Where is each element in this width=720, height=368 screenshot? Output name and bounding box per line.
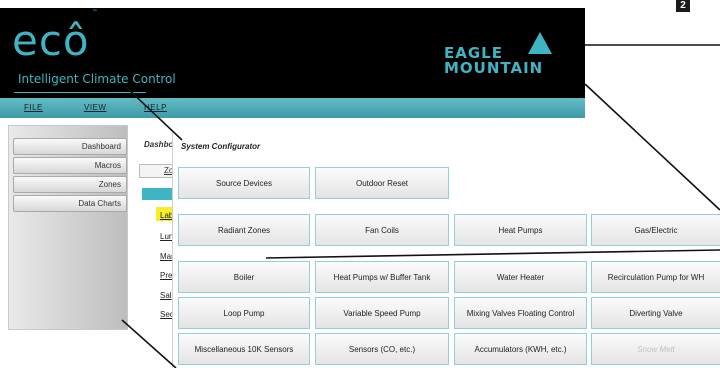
menu-view[interactable]: VIEW [84,103,106,112]
menu-help[interactable]: HELP [144,103,167,112]
menu-file[interactable]: FILE [24,103,43,112]
accumulators-button[interactable]: Accumulators (KWH, etc.) [454,333,587,365]
eagle-mountain-logo: EAGLE MOUNTAIN [444,32,564,82]
page-number: 2 [676,0,690,12]
outdoor-reset-button[interactable]: Outdoor Reset [315,167,449,199]
logo-tagline: Intelligent Climate Control [18,72,176,86]
misc-sensors-button[interactable]: Miscellaneous 10K Sensors [178,333,310,365]
callout-line-sidebar [121,319,177,368]
heat-pumps-buffer-tank-button[interactable]: Heat Pumps w/ Buffer Tank [315,261,449,293]
eco-logo: ecô™ [12,9,99,65]
sidebar-item-dashboard[interactable]: Dashboard [13,138,127,155]
sidebar-item-data-charts[interactable]: Data Charts [13,195,127,212]
gas-electric-button[interactable]: Gas/Electric [591,214,720,246]
system-configurator-panel: System Configurator Source Devices Outdo… [172,133,720,368]
sidebar: Dashboard Macros Zones Data Charts [8,125,128,330]
source-devices-button[interactable]: Source Devices [178,167,310,199]
trademark-mark: ™ [91,9,99,16]
menu-bar: FILE VIEW HELP [0,98,585,118]
boiler-button[interactable]: Boiler [178,261,310,293]
loop-pump-button[interactable]: Loop Pump [178,297,310,329]
heat-pumps-button[interactable]: Heat Pumps [454,214,587,246]
tagline-underline [14,92,146,93]
manual-page: { "page_number": "2", "logo": { "wordmar… [0,0,720,368]
sidebar-item-zones[interactable]: Zones [13,176,127,193]
diverting-valve-button[interactable]: Diverting Valve [591,297,720,329]
app-header: ecô™ Intelligent Climate Control EAGLE M… [0,8,585,98]
water-heater-button[interactable]: Water Heater [454,261,587,293]
sensors-co-button[interactable]: Sensors (CO, etc.) [315,333,449,365]
mixing-valves-button[interactable]: Mixing Valves Floating Control [454,297,587,329]
sidebar-item-macros[interactable]: Macros [13,157,127,174]
dashboard-row-link[interactable]: Pre [160,271,172,280]
radiant-zones-button[interactable]: Radiant Zones [178,214,310,246]
snow-melt-button: Snow Melt [591,333,720,365]
brand-name: EAGLE MOUNTAIN [444,44,544,77]
recirculation-pump-button[interactable]: Recirculation Pump for WH [591,261,720,293]
variable-speed-pump-button[interactable]: Variable Speed Pump [315,297,449,329]
configurator-title: System Configurator [181,142,261,151]
dashboard-row-link[interactable]: Sal [160,291,172,300]
fan-coils-button[interactable]: Fan Coils [315,214,449,246]
logo-wordmark: ecô [12,16,90,65]
